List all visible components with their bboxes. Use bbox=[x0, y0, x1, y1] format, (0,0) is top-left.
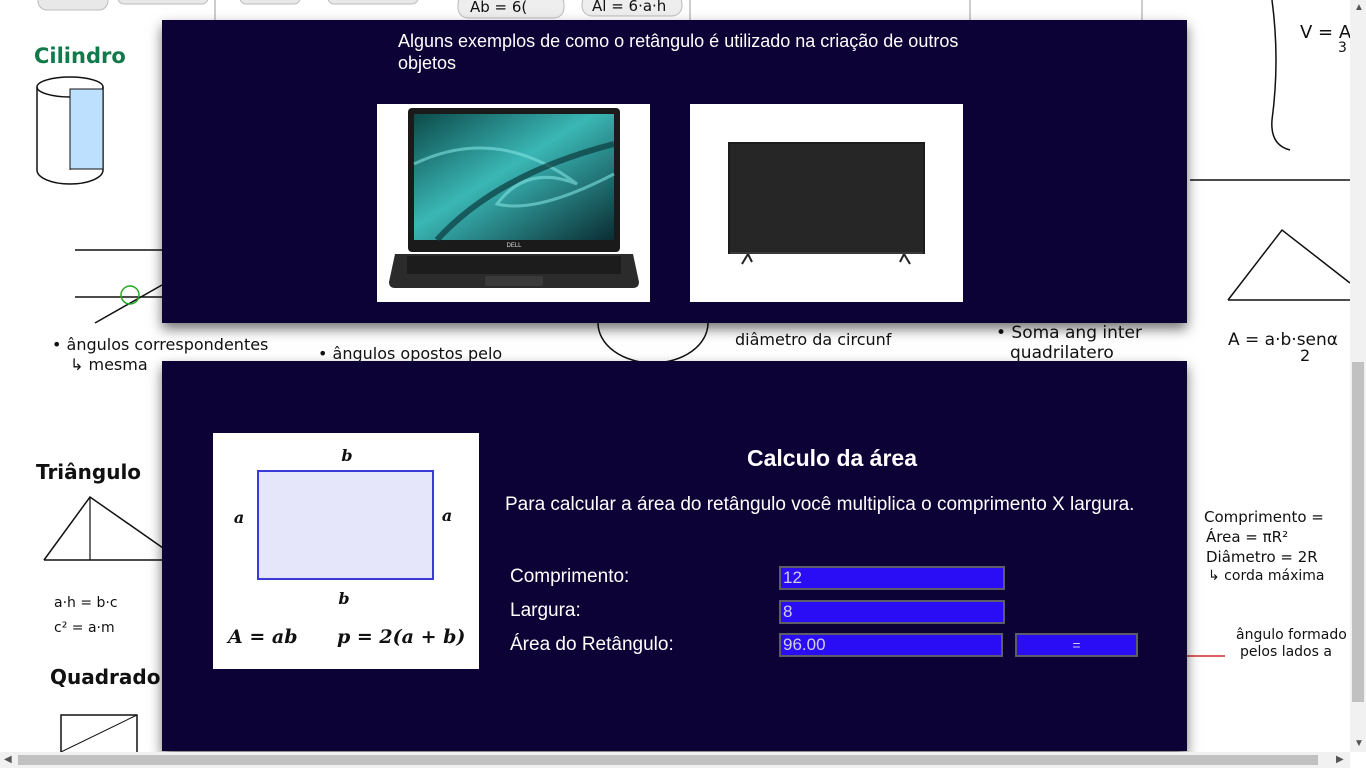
note-comprimento: Comprimento = bbox=[1204, 508, 1324, 526]
note-angulo-formado: ângulo formado bbox=[1236, 627, 1347, 643]
note-area-circ: Área = πR² bbox=[1206, 528, 1289, 546]
area-result-field[interactable] bbox=[779, 633, 1003, 657]
calc-description: Para calcular a área do retângulo você m… bbox=[505, 494, 1135, 515]
note-corda: ↳ corda máxima bbox=[1208, 568, 1325, 584]
note-al-formula: Al = 6·a·h bbox=[592, 0, 667, 15]
scroll-down-icon[interactable]: ▼ bbox=[1354, 738, 1364, 749]
comprimento-input[interactable] bbox=[779, 566, 1005, 590]
note-relacao-1: a·h = b·c bbox=[54, 595, 118, 611]
note-area-triangulo: A = a·b·senα bbox=[1228, 330, 1338, 350]
note-diametro: diâmetro da circunf bbox=[735, 330, 892, 349]
vertical-scroll-thumb[interactable] bbox=[1352, 362, 1364, 702]
rectangle-shape bbox=[257, 470, 434, 580]
area-panel: b b a a A = ab p = 2(a + b) Calculo da á… bbox=[162, 361, 1187, 751]
examples-panel: Alguns exemplos de como o retângulo é ut… bbox=[162, 20, 1187, 323]
tv-illustration bbox=[728, 142, 925, 265]
scroll-left-icon[interactable]: ◀ bbox=[4, 754, 12, 765]
note-quadrilatero: quadrilatero bbox=[1010, 343, 1114, 363]
note-v-den: 3 bbox=[1338, 40, 1347, 56]
laptop-brand-text: DELL bbox=[506, 243, 522, 249]
horizontal-scrollbar[interactable]: ◀ ▶ bbox=[0, 752, 1350, 768]
note-angulos-correspondentes: • ângulos correspondentes bbox=[52, 335, 269, 354]
note-ab-formula: Ab = 6( bbox=[470, 0, 528, 16]
calculate-button[interactable]: = bbox=[1015, 633, 1138, 657]
label-b-bottom: b bbox=[338, 589, 349, 608]
examples-caption: Alguns exemplos de como o retângulo é ut… bbox=[398, 31, 959, 73]
note-area-triangulo-den: 2 bbox=[1300, 346, 1311, 365]
area-label: Área do Retângulo: bbox=[510, 634, 674, 655]
note-relacao-2: c² = a·m bbox=[54, 620, 115, 636]
heading-cilindro: Cilindro bbox=[34, 44, 126, 68]
formula-perimeter: p = 2(a + b) bbox=[337, 626, 465, 648]
note-soma-ang: • Soma ang inter bbox=[996, 323, 1143, 343]
comprimento-label: Comprimento: bbox=[510, 566, 630, 587]
scroll-up-icon[interactable]: ▲ bbox=[1354, 2, 1364, 13]
laptop-illustration: DELL bbox=[389, 108, 639, 288]
rectangle-figure: b b a a A = ab p = 2(a + b) bbox=[213, 433, 479, 669]
heading-triangulo: Triângulo bbox=[36, 460, 142, 484]
largura-input[interactable] bbox=[779, 600, 1005, 624]
note-mesma: ↳ mesma bbox=[70, 355, 148, 374]
calc-title: Calculo da área bbox=[746, 445, 918, 471]
scroll-right-icon[interactable]: ▶ bbox=[1336, 754, 1344, 765]
note-diametro-circ: Diâmetro = 2R bbox=[1206, 548, 1318, 566]
largura-label: Largura: bbox=[510, 600, 581, 621]
heading-quadrado: Quadrado bbox=[50, 665, 161, 689]
laptop-image: DELL bbox=[377, 104, 650, 302]
formula-area: A = ab bbox=[226, 626, 298, 648]
rectangle-diagram: b b a a A = ab p = 2(a + b) bbox=[226, 446, 465, 648]
label-a-left: a bbox=[234, 508, 244, 527]
note-pelos-lados: pelos lados a bbox=[1240, 644, 1332, 660]
label-a-right: a bbox=[442, 506, 452, 525]
label-b-top: b bbox=[341, 446, 352, 465]
tv-image bbox=[690, 104, 963, 302]
horizontal-scroll-thumb[interactable] bbox=[18, 755, 1318, 765]
vertical-scrollbar[interactable]: ▲ ▼ bbox=[1350, 0, 1366, 752]
